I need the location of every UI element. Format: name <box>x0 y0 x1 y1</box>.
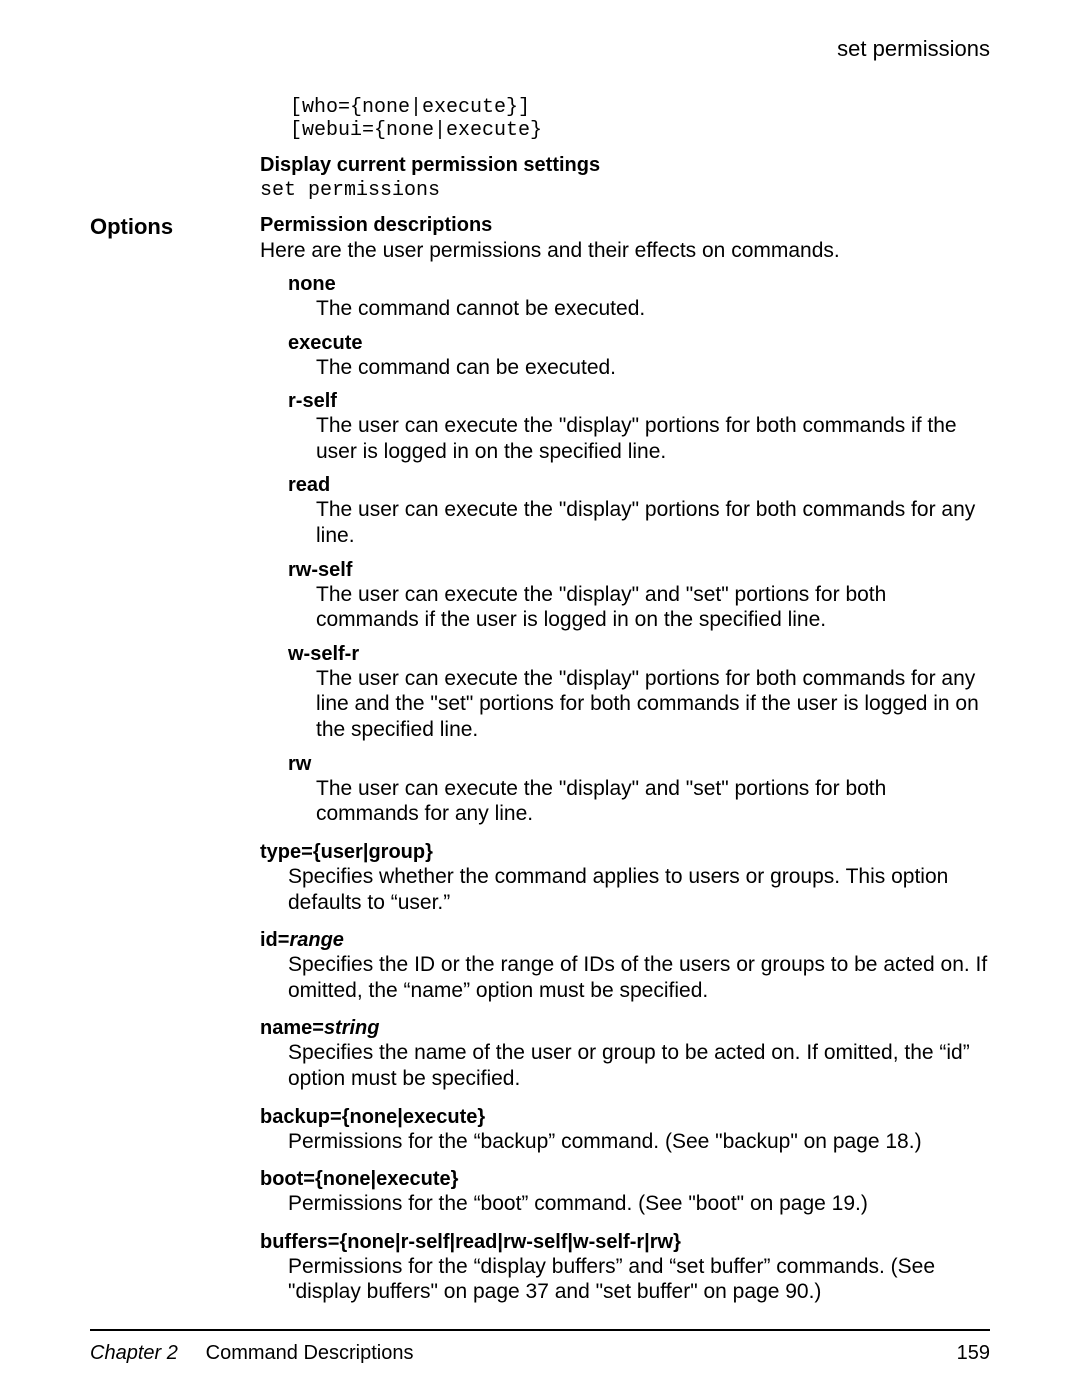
param-term: backup={none|execute} <box>260 1106 990 1129</box>
running-header: set permissions <box>90 36 990 62</box>
perm-term: w-self-r <box>288 643 990 666</box>
perm-term: none <box>288 273 990 296</box>
perm-term: r-self <box>288 390 990 413</box>
left-column-options: Options <box>90 214 260 1305</box>
param-term-prefix: type= <box>260 841 313 863</box>
param-term-suffix: {none|r-self|read|rw-self|w-self-r|rw} <box>339 1231 680 1253</box>
param-desc: Permissions for the “boot” command. (See… <box>288 1191 990 1217</box>
right-column-options: Permission descriptions Here are the use… <box>260 214 990 1305</box>
param-term: boot={none|execute} <box>260 1168 990 1191</box>
perm-desc: The command cannot be executed. <box>316 296 990 322</box>
right-column-top: [who={none|execute}] [webui={none|execut… <box>260 96 990 214</box>
perm-desc: The user can execute the "display" porti… <box>316 413 990 464</box>
perm-term: rw <box>288 753 990 776</box>
permission-term-list: none The command cannot be executed. exe… <box>288 273 990 827</box>
footer-chapter: Chapter 2 <box>90 1342 178 1364</box>
param-term-prefix: backup= <box>260 1106 342 1128</box>
param-term-list: type={user|group} Specifies whether the … <box>260 841 990 1305</box>
perm-desc-intro: Here are the user permissions and their … <box>260 239 990 263</box>
param-term: id=range <box>260 929 990 952</box>
param-term-suffix: string <box>324 1017 380 1039</box>
param-desc: Specifies the ID or the range of IDs of … <box>288 952 990 1003</box>
footer-rule <box>90 1329 990 1331</box>
syntax-code: [who={none|execute}] [webui={none|execut… <box>290 96 990 142</box>
perm-term: read <box>288 474 990 497</box>
display-heading: Display current permission settings <box>260 154 990 177</box>
perm-desc-heading: Permission descriptions <box>260 214 990 237</box>
param-term-suffix: range <box>289 929 343 951</box>
param-desc: Specifies the name of the user or group … <box>288 1040 990 1091</box>
perm-desc: The user can execute the "display" and "… <box>316 776 990 827</box>
param-term-prefix: buffers= <box>260 1231 339 1253</box>
footer-left: Chapter 2 Command Descriptions <box>90 1342 414 1365</box>
display-command: set permissions <box>260 179 990 202</box>
options-label: Options <box>90 214 260 240</box>
param-desc: Permissions for the “display buffers” an… <box>288 1254 990 1305</box>
perm-desc: The command can be executed. <box>316 355 990 381</box>
perm-desc: The user can execute the "display" and "… <box>316 582 990 633</box>
param-term-suffix: {none|execute} <box>342 1106 485 1128</box>
perm-term: execute <box>288 332 990 355</box>
param-term-prefix: id= <box>260 929 289 951</box>
perm-desc: The user can execute the "display" porti… <box>316 666 990 743</box>
footer-section: Command Descriptions <box>206 1342 414 1364</box>
param-term-prefix: name= <box>260 1017 324 1039</box>
param-term-suffix: {user|group} <box>313 841 433 863</box>
param-term-suffix: {none|execute} <box>315 1168 458 1190</box>
param-term: type={user|group} <box>260 841 990 864</box>
perm-term: rw-self <box>288 559 990 582</box>
left-column <box>90 96 260 214</box>
body-area: [who={none|execute}] [webui={none|execut… <box>90 96 990 214</box>
page: set permissions [who={none|execute}] [we… <box>0 0 1080 1397</box>
footer-page-number: 159 <box>957 1342 990 1365</box>
param-desc: Permissions for the “backup” command. (S… <box>288 1129 990 1155</box>
page-footer: Chapter 2 Command Descriptions 159 <box>90 1342 990 1365</box>
param-term: buffers={none|r-self|read|rw-self|w-self… <box>260 1231 990 1254</box>
param-term: name=string <box>260 1017 990 1040</box>
options-area: Options Permission descriptions Here are… <box>90 214 990 1305</box>
param-desc: Specifies whether the command applies to… <box>288 864 990 915</box>
param-term-prefix: boot= <box>260 1168 315 1190</box>
perm-desc: The user can execute the "display" porti… <box>316 497 990 548</box>
